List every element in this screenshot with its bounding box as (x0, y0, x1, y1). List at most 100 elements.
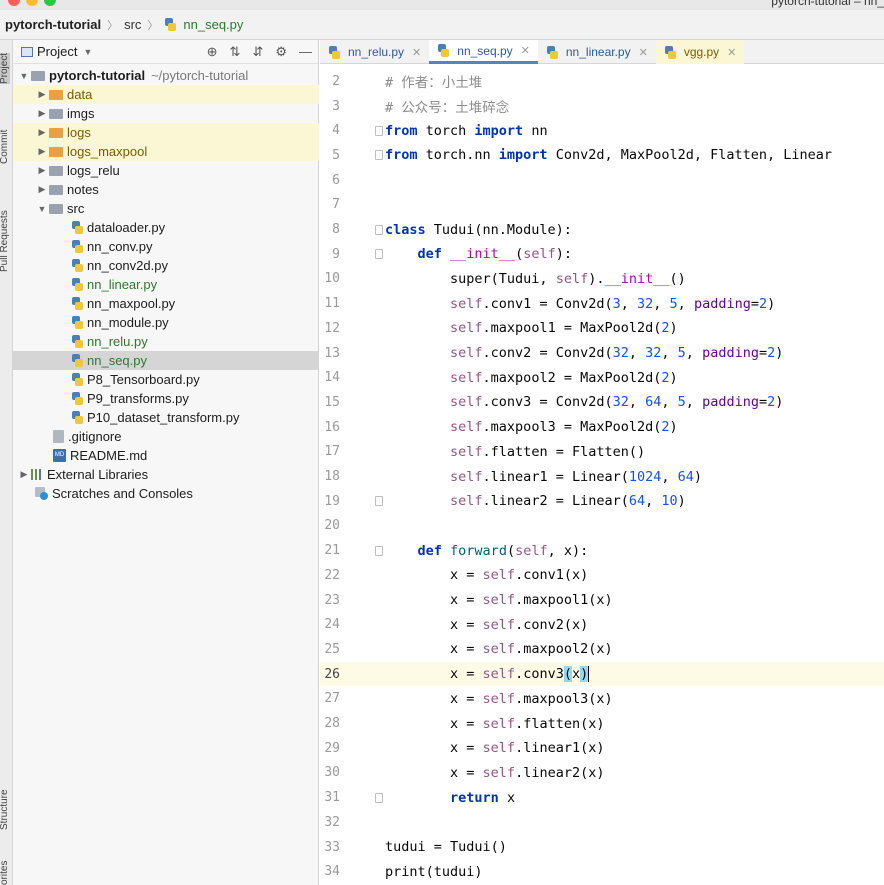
minimize-window-button[interactable] (26, 0, 38, 6)
tree-item-external-libraries[interactable]: ▶ External Libraries (13, 465, 319, 484)
tree-item-notes[interactable]: ▶ notes (13, 180, 319, 199)
tab-nn-seq[interactable]: nn_seq.py ✕ (429, 40, 538, 64)
locate-file-icon[interactable]: ⊕ (207, 44, 218, 60)
pull-requests-tool-button[interactable]: Pull Requests (0, 210, 10, 272)
code-token: __init__ (604, 270, 670, 287)
close-icon[interactable]: ✕ (412, 46, 421, 59)
hide-panel-icon[interactable]: — (299, 44, 312, 60)
code-line[interactable]: 22 x = self.conv1(x) (320, 563, 884, 588)
chevron-down-icon[interactable]: ▼ (83, 47, 92, 57)
breadcrumb-folder[interactable]: src (124, 17, 141, 32)
gear-icon[interactable]: ⚙ (275, 44, 287, 60)
fold-marker-icon[interactable] (375, 150, 383, 161)
commit-tool-button[interactable]: Commit (0, 130, 10, 164)
code-line[interactable]: 17 self.flatten = Flatten() (320, 440, 884, 465)
code-line[interactable]: 8 class Tudui(nn.Module): (320, 217, 884, 242)
tree-item-gitignore[interactable]: .gitignore (13, 427, 319, 446)
code-line[interactable]: 10 super(Tudui, self).__init__() (320, 267, 884, 292)
tab-vgg[interactable]: vgg.py ✕ (655, 40, 745, 64)
fold-marker-icon[interactable] (375, 545, 383, 556)
project-tool-button[interactable]: Project (0, 52, 10, 84)
collapsed-arrow-icon[interactable]: ▶ (17, 469, 31, 480)
tree-item-src[interactable]: ▼ src (13, 199, 319, 218)
collapsed-arrow-icon[interactable]: ▶ (35, 89, 49, 100)
code-line[interactable]: 6 (320, 168, 884, 193)
tab-nn-relu[interactable]: nn_relu.py ✕ (320, 40, 429, 64)
code-line[interactable]: 3 # 公众号：土堆碎念 (320, 94, 884, 119)
tree-item-file[interactable]: P10_dataset_transform.py (13, 408, 319, 427)
code-line[interactable]: 32 (320, 810, 884, 835)
code-line[interactable]: 11 self.conv1 = Conv2d(3, 32, 5, padding… (320, 291, 884, 316)
collapsed-arrow-icon[interactable]: ▶ (35, 108, 49, 119)
code-line[interactable]: 31 return x (320, 785, 884, 810)
tab-nn-linear[interactable]: nn_linear.py ✕ (538, 40, 656, 64)
breadcrumb-file[interactable]: nn_seq.py (164, 17, 243, 32)
favorites-tool-button[interactable]: orites (0, 861, 10, 885)
tree-item-file[interactable]: nn_conv2d.py (13, 256, 319, 275)
tree-item-logs[interactable]: ▶ logs (13, 123, 319, 142)
tree-item-file[interactable]: nn_relu.py (13, 332, 319, 351)
tree-item-readme[interactable]: MD README.md (13, 446, 319, 465)
breadcrumb-project[interactable]: pytorch-tutorial (5, 17, 101, 32)
expanded-arrow-icon[interactable]: ▼ (35, 204, 49, 214)
code-line[interactable]: 4 from torch import nn (320, 118, 884, 143)
code-line[interactable]: 21 def forward(self, x): (320, 538, 884, 563)
close-icon[interactable]: ✕ (639, 46, 648, 59)
collapsed-arrow-icon[interactable]: ▶ (35, 127, 49, 138)
code-line[interactable]: 13 self.conv2 = Conv2d(32, 32, 5, paddin… (320, 341, 884, 366)
close-icon[interactable]: ✕ (521, 44, 530, 57)
code-line[interactable]: 33 tudui = Tudui() (320, 835, 884, 860)
code-line[interactable]: 26 x = self.conv3(x) (320, 661, 884, 687)
code-line[interactable]: 16 self.maxpool3 = MaxPool2d(2) (320, 415, 884, 440)
code-editor[interactable]: 2 # 作者：小土堆 3 # 公众号：土堆碎念 4 from torch import n… (320, 64, 884, 885)
fold-marker-icon[interactable] (375, 249, 383, 260)
code-line[interactable]: 28 x = self.flatten(x) (320, 711, 884, 736)
close-icon[interactable]: ✕ (727, 46, 736, 59)
tree-item-file-selected[interactable]: nn_seq.py (13, 351, 319, 370)
code-line[interactable]: 27 x = self.maxpool3(x) (320, 687, 884, 712)
collapsed-arrow-icon[interactable]: ▶ (35, 165, 49, 176)
code-line[interactable]: 2 # 作者：小土堆 (320, 69, 884, 94)
collapse-all-icon[interactable]: ⇵ (252, 44, 263, 60)
code-line[interactable]: 14 self.maxpool2 = MaxPool2d(2) (320, 365, 884, 390)
code-line[interactable]: 25 x = self.maxpool2(x) (320, 637, 884, 662)
tree-item-imgs[interactable]: ▶ imgs (13, 104, 319, 123)
code-line[interactable]: 29 x = self.linear1(x) (320, 736, 884, 761)
tree-item-file[interactable]: nn_maxpool.py (13, 294, 319, 313)
collapsed-arrow-icon[interactable]: ▶ (35, 184, 49, 195)
fold-marker-icon[interactable] (375, 224, 383, 235)
tree-item-file[interactable]: P8_Tensorboard.py (13, 370, 319, 389)
tree-item-file[interactable]: nn_conv.py (13, 237, 319, 256)
fold-marker-icon[interactable] (375, 792, 383, 803)
tree-item-file[interactable]: dataloader.py (13, 218, 319, 237)
code-line[interactable]: 5 from torch.nn import Conv2d, MaxPool2d,… (320, 143, 884, 168)
tree-item-file[interactable]: nn_module.py (13, 313, 319, 332)
structure-tool-button[interactable]: Structure (0, 789, 10, 830)
tree-item-file[interactable]: P9_transforms.py (13, 389, 319, 408)
fold-marker-icon[interactable] (375, 125, 383, 136)
tree-item-logs-maxpool[interactable]: ▶ logs_maxpool (13, 142, 319, 161)
code-line[interactable]: 19 self.linear2 = Linear(64, 10) (320, 489, 884, 514)
tree-item-logs-relu[interactable]: ▶ logs_relu (13, 161, 319, 180)
tree-item-file[interactable]: nn_linear.py (13, 275, 319, 294)
code-line[interactable]: 18 self.linear1 = Linear(1024, 64) (320, 464, 884, 489)
code-line[interactable]: 7 (320, 193, 884, 218)
zoom-window-button[interactable] (44, 0, 56, 6)
expanded-arrow-icon[interactable]: ▼ (17, 71, 31, 81)
code-line[interactable]: 34 print(tudui) (320, 859, 884, 884)
tree-item-scratches[interactable]: Scratches and Consoles (13, 484, 319, 503)
tree-item-root[interactable]: ▼ pytorch-tutorial ~/pytorch-tutorial (13, 66, 319, 85)
collapsed-arrow-icon[interactable]: ▶ (35, 146, 49, 157)
code-line[interactable]: 23 x = self.maxpool1(x) (320, 588, 884, 613)
code-line[interactable]: 24 x = self.conv2(x) (320, 612, 884, 637)
code-line[interactable]: 9 def __init__(self): (320, 242, 884, 267)
fold-marker-icon[interactable] (375, 496, 383, 507)
code-line[interactable]: 30 x = self.linear2(x) (320, 761, 884, 786)
expand-all-icon[interactable]: ⇅ (230, 44, 241, 60)
tree-item-data[interactable]: ▶ data (13, 85, 319, 104)
code-line[interactable]: 12 self.maxpool1 = MaxPool2d(2) (320, 316, 884, 341)
project-view-selector[interactable]: Project (37, 44, 77, 59)
code-line[interactable]: 15 self.conv3 = Conv2d(32, 64, 5, paddin… (320, 390, 884, 415)
close-window-button[interactable] (8, 0, 20, 6)
code-line[interactable]: 20 (320, 514, 884, 539)
